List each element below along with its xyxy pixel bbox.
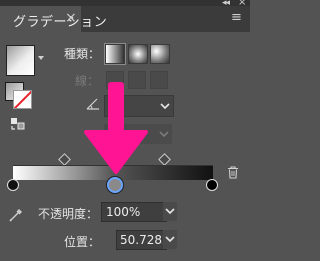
midpoint-marker-left[interactable] [58,153,71,166]
close-icon[interactable]: × [65,10,77,26]
annotation-arrow-icon [84,82,148,174]
midpoint-marker-right[interactable] [158,153,171,166]
chevron-down-icon [165,208,175,215]
chevron-down-icon [160,103,170,110]
color-stop-start[interactable] [7,179,19,191]
tab-gradient[interactable]: グラデーション × [0,6,107,32]
opacity-label: 不透明度： [38,207,99,221]
chevron-down-icon [165,236,175,243]
color-stop-end[interactable] [206,179,218,191]
stroke-across-button[interactable] [150,71,168,89]
trash-icon[interactable] [227,166,239,179]
radial-gradient-button[interactable] [128,44,148,64]
panel-menu-icon[interactable]: ≡ [231,10,242,25]
preview-dropdown-icon[interactable] [38,56,44,60]
location-value: 50.7282% [120,233,166,247]
none-slash-icon [14,91,31,108]
stroke-swatch[interactable] [13,90,32,109]
swap-icon[interactable] [10,117,26,131]
opacity-dropdown-button[interactable] [163,202,177,221]
eyedropper-icon[interactable] [8,207,24,223]
tab-bar: グラデーション × ≡ [0,6,250,32]
location-label: 位置： [64,235,101,249]
location-input[interactable]: 50.7282% [116,230,167,250]
opacity-input[interactable]: 100% [101,202,167,222]
gradient-preview-swatch[interactable] [6,45,35,76]
color-stop-selected[interactable] [107,177,123,193]
type-label: 種類： [64,47,101,61]
opacity-value: 100% [106,205,141,219]
linear-gradient-button[interactable] [105,44,125,64]
tab-title: グラデーション [13,15,108,30]
location-dropdown-button[interactable] [163,230,177,249]
freeform-gradient-button[interactable] [150,44,170,64]
chevron-down-icon [159,131,169,138]
